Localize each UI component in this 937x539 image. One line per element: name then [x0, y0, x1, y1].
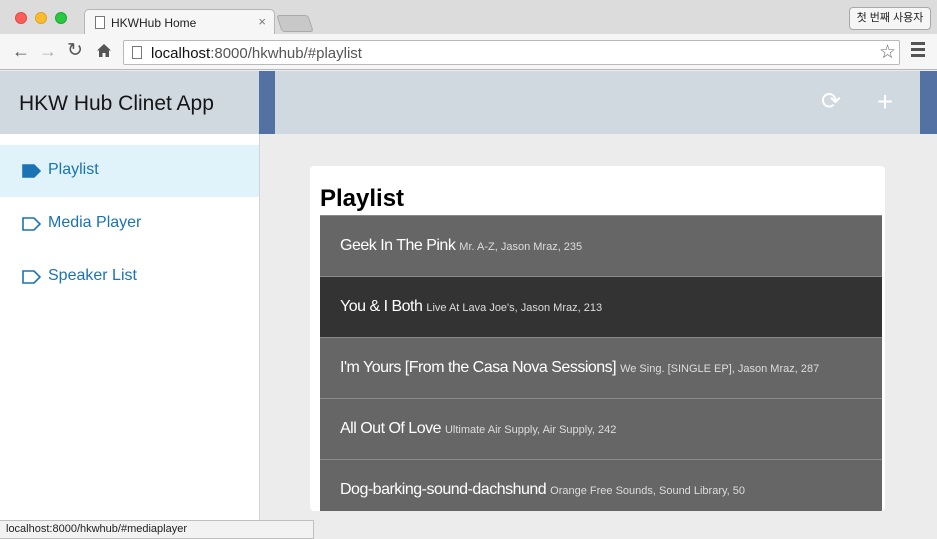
status-url-bubble: localhost:8000/hkwhub/#mediaplayer: [0, 520, 314, 539]
page-icon: [132, 46, 142, 59]
url-text[interactable]: localhost:8000/hkwhub/#playlist: [151, 45, 362, 62]
forward-arrow-icon[interactable]: →: [37, 40, 59, 62]
track-title: All Out Of Love: [340, 420, 442, 437]
close-window-button[interactable]: [15, 12, 27, 24]
track-row[interactable]: All Out Of Love Ultimate Air Supply, Air…: [320, 398, 882, 459]
header-divider: [259, 71, 275, 134]
reload-icon[interactable]: ↻: [64, 40, 86, 62]
track-meta: Ultimate Air Supply, Air Supply, 242: [444, 424, 617, 436]
track-row[interactable]: Dog-barking-sound-dachshund Orange Free …: [320, 459, 882, 511]
track-row[interactable]: I'm Yours [From the Casa Nova Sessions] …: [320, 337, 882, 398]
refresh-icon[interactable]: ⟳: [817, 88, 845, 116]
main-content: Playlist Geek In The Pink Mr. A-Z, Jason…: [260, 134, 937, 539]
playlist-card: Playlist Geek In The Pink Mr. A-Z, Jason…: [310, 166, 885, 511]
tag-outline-icon: [22, 270, 41, 284]
sidebar-item-playlist[interactable]: Playlist: [0, 145, 259, 197]
header-right-bar: [920, 71, 937, 134]
app-header: HKW Hub Clinet App ⟳ +: [0, 71, 937, 134]
header-title-area: HKW Hub Clinet App: [0, 71, 259, 134]
close-tab-icon[interactable]: ×: [258, 14, 266, 29]
browser-tabstrip: HKWHub Home × 첫 번째 사용자: [0, 0, 937, 35]
minimize-window-button[interactable]: [35, 12, 47, 24]
app-title: HKW Hub Clinet App: [19, 92, 214, 115]
new-tab-button[interactable]: [276, 15, 314, 32]
track-meta: Mr. A-Z, Jason Mraz, 235: [459, 241, 583, 253]
document-icon: [95, 16, 105, 29]
track-meta: Live At Lava Joe's, Jason Mraz, 213: [426, 302, 603, 314]
track-meta: We Sing. [SINGLE EP], Jason Mraz, 287: [620, 363, 820, 375]
track-list: Geek In The Pink Mr. A-Z, Jason Mraz, 23…: [320, 215, 882, 511]
browser-toolbar: ← → ↻ localhost:8000/hkwhub/#playlist ☆: [0, 34, 937, 70]
track-title: Dog-barking-sound-dachshund: [340, 481, 547, 498]
sidebar-item-label: Playlist: [48, 161, 99, 178]
sidebar-item-speaker-list[interactable]: Speaker List: [0, 251, 259, 303]
sidebar: Playlist Media Player Speaker List: [0, 134, 260, 539]
browser-tab[interactable]: HKWHub Home ×: [84, 9, 275, 35]
home-icon[interactable]: [93, 40, 115, 62]
tag-outline-icon: [22, 217, 41, 231]
track-row[interactable]: Geek In The Pink Mr. A-Z, Jason Mraz, 23…: [320, 215, 882, 276]
zoom-window-button[interactable]: [55, 12, 67, 24]
sidebar-item-label: Media Player: [48, 214, 142, 231]
tag-icon: [22, 164, 41, 178]
hamburger-menu-icon[interactable]: [911, 42, 925, 60]
bookmark-star-icon[interactable]: ☆: [879, 41, 896, 64]
plus-icon[interactable]: +: [871, 88, 899, 116]
profile-button[interactable]: 첫 번째 사용자: [849, 7, 931, 30]
sidebar-item-label: Speaker List: [48, 267, 137, 284]
page-title: Playlist: [320, 185, 405, 212]
track-title: Geek In The Pink: [340, 237, 456, 254]
address-bar[interactable]: localhost:8000/hkwhub/#playlist ☆: [123, 40, 900, 65]
sidebar-item-media-player[interactable]: Media Player: [0, 198, 259, 250]
track-row-selected[interactable]: You & I Both Live At Lava Joe's, Jason M…: [320, 276, 882, 337]
back-arrow-icon[interactable]: ←: [10, 40, 32, 62]
tab-title: HKWHub Home: [111, 16, 197, 30]
track-meta: Orange Free Sounds, Sound Library, 50: [550, 485, 746, 497]
track-title: You & I Both: [340, 298, 423, 315]
track-title: I'm Yours [From the Casa Nova Sessions]: [340, 359, 617, 376]
